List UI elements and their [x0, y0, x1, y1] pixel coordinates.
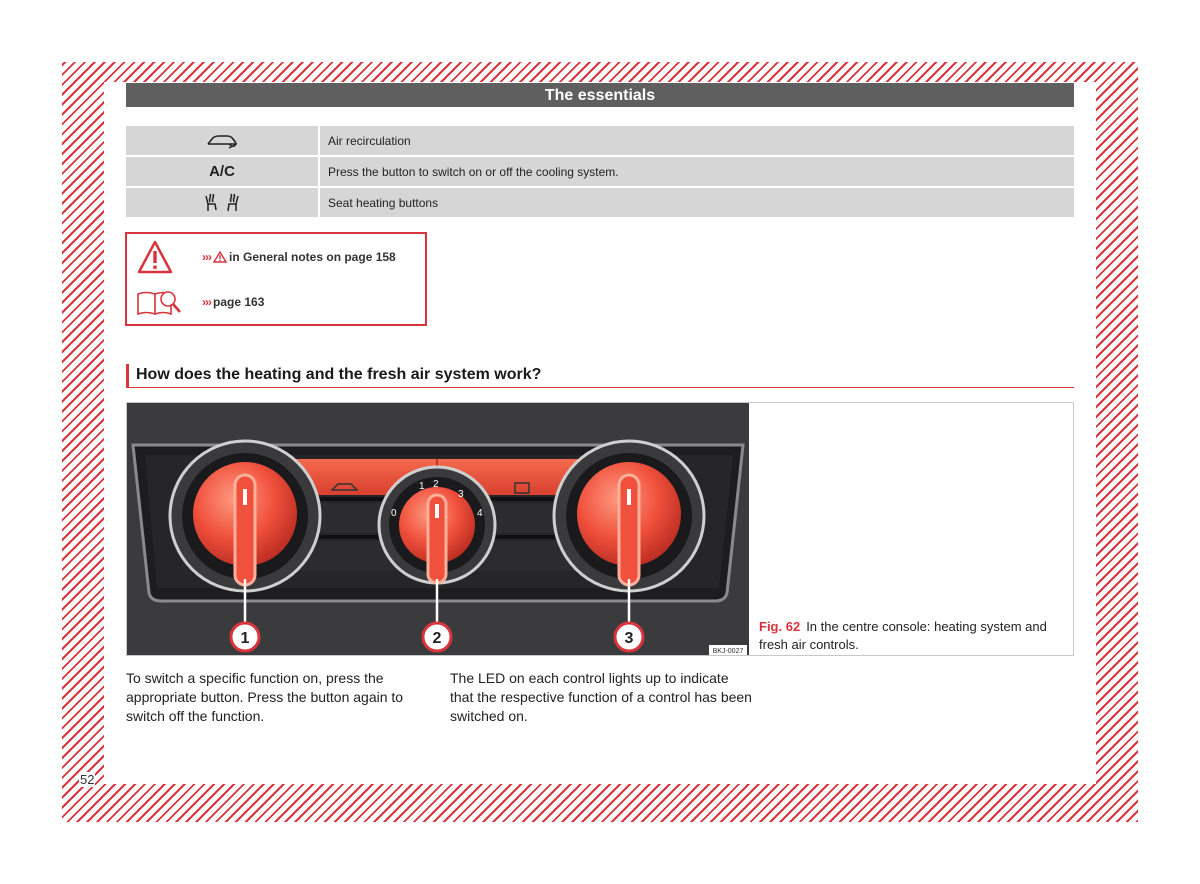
callout-2: 2	[421, 621, 453, 653]
page-reference-link[interactable]: page 163	[213, 295, 264, 309]
figure-caption-text: In the centre console: heating system an…	[759, 619, 1047, 652]
fan-scale-label: 0	[391, 508, 397, 519]
row-text: Press the button to switch on or off the…	[328, 164, 619, 179]
warning-reference-link[interactable]: in General notes on page 158	[229, 250, 396, 264]
table-row: Seat heating buttons	[126, 188, 1074, 217]
row-text: Seat heating buttons	[328, 195, 439, 210]
svg-text:3: 3	[625, 630, 634, 647]
link-arrows: ›››	[202, 295, 212, 309]
section-heading: How does the heating and the fresh air s…	[126, 364, 1074, 388]
warning-box: ››› in General notes on page 158 ››› pag…	[125, 232, 427, 326]
fan-scale-label: 2	[433, 479, 439, 490]
figure-caption: Fig. 62 In the centre console: heating sy…	[759, 618, 1067, 654]
body-text-col1: To switch a specific function on, press …	[126, 670, 404, 724]
svg-text:2: 2	[433, 630, 442, 647]
fan-scale-label: 4	[477, 508, 483, 519]
page-number: 52	[79, 772, 96, 787]
table-row: Air recirculation	[126, 126, 1074, 155]
callout-3: 3	[613, 621, 645, 653]
climate-control-photo: 0 1 2 3 4 1 2 3 BKJ-0027	[127, 403, 749, 655]
row-text: Air recirculation	[328, 133, 411, 148]
essentials-table: Air recirculation A/C Press the button t…	[126, 126, 1074, 219]
air-recirculation-icon	[207, 134, 238, 149]
inline-warning-icon	[213, 251, 227, 263]
body-text-col2: The LED on each control lights up to ind…	[450, 670, 752, 724]
ac-icon: A/C	[126, 157, 320, 186]
seat-heating-icon	[205, 193, 239, 211]
svg-text:1: 1	[241, 630, 250, 647]
image-code: BKJ-0027	[713, 648, 744, 655]
fan-scale-label: 1	[419, 481, 425, 492]
link-arrows: ›››	[202, 250, 212, 264]
manual-magnifier-icon	[137, 291, 181, 316]
table-row: A/C Press the button to switch on or off…	[126, 157, 1074, 186]
essentials-title: The essentials	[126, 83, 1074, 107]
callout-1: 1	[229, 621, 261, 653]
figure-label: Fig. 62	[759, 619, 801, 634]
warning-triangle-icon	[137, 240, 173, 274]
fan-scale-label: 3	[458, 489, 464, 500]
